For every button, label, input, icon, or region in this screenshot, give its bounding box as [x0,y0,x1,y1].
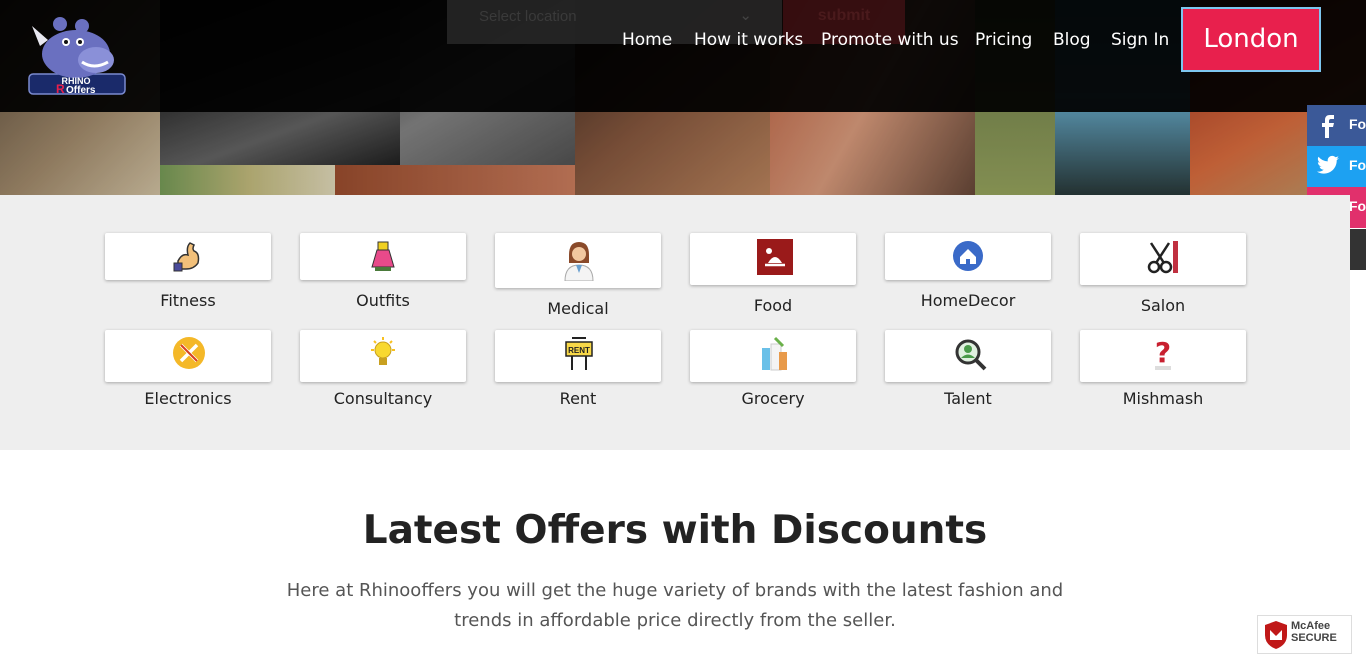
nav-pricing[interactable]: Pricing [975,30,1032,50]
lightbulb-icon [371,337,395,365]
category-label: Fitness [160,291,216,310]
category-card[interactable] [105,330,271,382]
category-card[interactable]: ? [1080,330,1246,382]
mcafee-line2: SECURE [1291,632,1337,644]
food-serving-icon [757,239,793,275]
chevron-down-icon: ⌄ [739,7,752,24]
category-label: Mishmash [1122,389,1204,408]
mcafee-shield-icon [1265,621,1287,649]
twitter-icon [1317,155,1339,174]
category-label: Consultancy [333,389,433,408]
mcafee-line1: McAfee [1291,620,1331,632]
scissors-comb-icon [1147,241,1178,274]
grocery-icon [762,336,787,371]
svg-text:R: R [56,82,65,96]
category-label: Rent [559,389,597,408]
section-description: Here at Rhinooffers you will get the hug… [286,580,1064,631]
tools-icon [173,337,205,369]
categories-section: Fitness Outfits Medical Food HomeDecor S… [0,195,1350,450]
svg-text:?: ? [1155,336,1171,369]
location-select-placeholder: Select location [479,8,577,25]
facebook-follow-label: Fo [1349,116,1366,132]
city-selector-button[interactable]: London [1181,7,1321,72]
facebook-icon [1322,115,1334,138]
svg-text:RENT: RENT [568,346,590,355]
talent-search-icon [955,339,987,371]
home-icon [953,241,983,271]
twitter-follow-label: Fo [1349,157,1366,173]
dress-icon [371,241,395,271]
category-card[interactable] [105,233,271,280]
category-label: Electronics [144,389,232,408]
category-card[interactable] [300,330,466,382]
category-label: Salon [1140,296,1186,315]
category-card[interactable] [300,233,466,280]
category-card[interactable] [495,233,661,288]
rent-sign-icon: RENT [565,337,593,370]
twitter-follow-button[interactable]: Fo [1307,146,1366,187]
category-card[interactable] [690,233,856,285]
category-label: Talent [944,389,992,408]
arm-muscle-icon [173,242,200,272]
category-card[interactable] [690,330,856,382]
nav-sign-in[interactable]: Sign In [1111,30,1169,50]
question-icon: ? [1155,336,1171,370]
category-label: Grocery [741,389,805,408]
section-title: Latest Offers with Discounts [362,508,988,553]
category-card[interactable] [1080,233,1246,285]
category-label: Medical [547,299,609,318]
category-label: HomeDecor [920,291,1016,310]
doctor-icon [564,242,594,281]
category-card[interactable]: RENT [495,330,661,382]
category-card[interactable] [885,330,1051,382]
instagram-follow-label: Fo [1349,198,1366,214]
category-label: Food [753,296,793,315]
nav-promote-with-us[interactable]: Promote with us [821,30,959,50]
nav-how-it-works[interactable]: How it works [694,30,803,50]
category-label: Outfits [356,291,410,310]
site-header: Select location ⌄ submit RHINO R Offers … [0,0,1366,112]
rhino-logo[interactable]: RHINO R Offers [26,16,128,98]
mcafee-secure-badge[interactable]: McAfee SECURE [1257,615,1352,654]
nav-blog[interactable]: Blog [1053,30,1091,50]
svg-text:Offers: Offers [66,85,96,96]
category-card[interactable] [885,233,1051,280]
nav-home[interactable]: Home [622,30,672,50]
facebook-follow-button[interactable]: Fo [1307,105,1366,146]
